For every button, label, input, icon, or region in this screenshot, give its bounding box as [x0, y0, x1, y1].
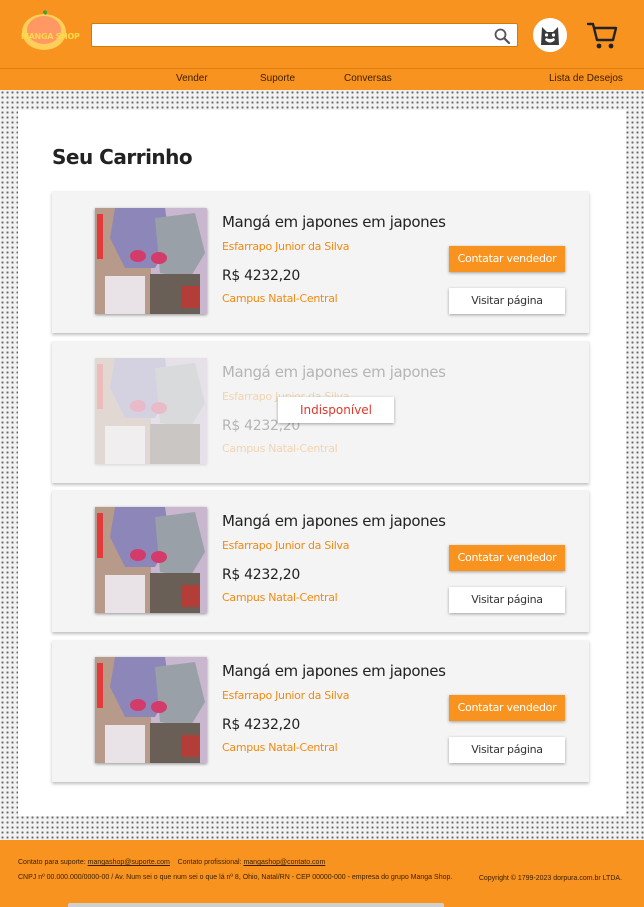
- item-campus: Campus Natal-Central: [222, 591, 338, 604]
- item-campus: Campus Natal-Central: [222, 442, 338, 455]
- item-title[interactable]: Mangá em japones em japones: [222, 662, 446, 680]
- nav-suporte[interactable]: Suporte: [260, 73, 295, 84]
- unavailable-badge: Indisponível: [278, 397, 394, 423]
- manga-cover-image: [95, 358, 207, 464]
- pro-contact-label: Contato profissional:: [177, 859, 242, 866]
- item-title[interactable]: Mangá em japones em japones: [222, 213, 446, 231]
- contact-seller-button[interactable]: Contatar vendedor: [449, 246, 565, 272]
- nav-lista-de-desejos[interactable]: Lista de Desejos: [549, 73, 623, 84]
- nav-conversas[interactable]: Conversas: [344, 73, 392, 84]
- nav-vender[interactable]: Vender: [176, 73, 208, 84]
- item-seller[interactable]: Esfarrapo Junior da Silva: [222, 539, 349, 552]
- content-frame: Seu Carrinho Mangá em japones em japones: [0, 90, 644, 840]
- visit-page-button[interactable]: Visitar página: [449, 288, 565, 314]
- top-header: MANGA SHOP: [0, 0, 644, 68]
- search-input[interactable]: [91, 23, 518, 47]
- manga-cover-image[interactable]: [95, 657, 207, 763]
- item-seller[interactable]: Esfarrapo Junior da Silva: [222, 240, 349, 253]
- visit-page-button[interactable]: Visitar página: [449, 587, 565, 613]
- manga-cover-image[interactable]: [95, 507, 207, 613]
- page-title: Seu Carrinho: [52, 145, 193, 169]
- support-email-link[interactable]: mangashop@suporte.com: [88, 859, 170, 866]
- item-campus: Campus Natal-Central: [222, 292, 338, 305]
- logo-text: MANGA SHOP: [21, 32, 80, 41]
- manga-shop-logo[interactable]: [18, 10, 70, 52]
- main-nav: Vender Suporte Conversas Lista de Desejo…: [0, 68, 644, 90]
- pro-email-link[interactable]: mangashop@contato.com: [243, 859, 325, 866]
- search-icon[interactable]: [493, 27, 511, 45]
- item-price: R$ 4232,20: [222, 717, 300, 733]
- bottom-scrollbar[interactable]: [68, 903, 444, 907]
- item-price: R$ 4232,20: [222, 268, 300, 284]
- footer-contacts: Contato para suporte: mangashop@suporte.…: [18, 859, 325, 866]
- support-label: Contato para suporte:: [18, 859, 86, 866]
- footer-copyright: Copyright © 1799-2023 dorpura.com.br LTD…: [478, 875, 622, 882]
- shopping-cart-icon[interactable]: [585, 18, 619, 52]
- cart-panel: Seu Carrinho Mangá em japones em japones: [18, 110, 626, 816]
- visit-page-button[interactable]: Visitar página: [449, 737, 565, 763]
- item-title: Mangá em japones em japones: [222, 363, 446, 381]
- footer-address: CNPJ nº 00.000.000/0000-00 / Av. Num sei…: [18, 874, 453, 881]
- manga-cover-image[interactable]: [95, 208, 207, 314]
- cart-item-card: Mangá em japones em japones Esfarrapo Ju…: [52, 191, 589, 333]
- item-title[interactable]: Mangá em japones em japones: [222, 512, 446, 530]
- contact-seller-button[interactable]: Contatar vendedor: [449, 695, 565, 721]
- page-footer: Contato para suporte: mangashop@suporte.…: [0, 840, 644, 907]
- cart-item-card-unavailable: Mangá em japones em japones Esfarrapo Ju…: [52, 341, 589, 483]
- item-price: R$ 4232,20: [222, 567, 300, 583]
- item-seller[interactable]: Esfarrapo Junior da Silva: [222, 689, 349, 702]
- user-avatar[interactable]: [533, 18, 567, 52]
- cart-item-card: Mangá em japones em japones Esfarrapo Ju…: [52, 640, 589, 782]
- item-campus: Campus Natal-Central: [222, 741, 338, 754]
- contact-seller-button[interactable]: Contatar vendedor: [449, 545, 565, 571]
- cart-item-card: Mangá em japones em japones Esfarrapo Ju…: [52, 490, 589, 632]
